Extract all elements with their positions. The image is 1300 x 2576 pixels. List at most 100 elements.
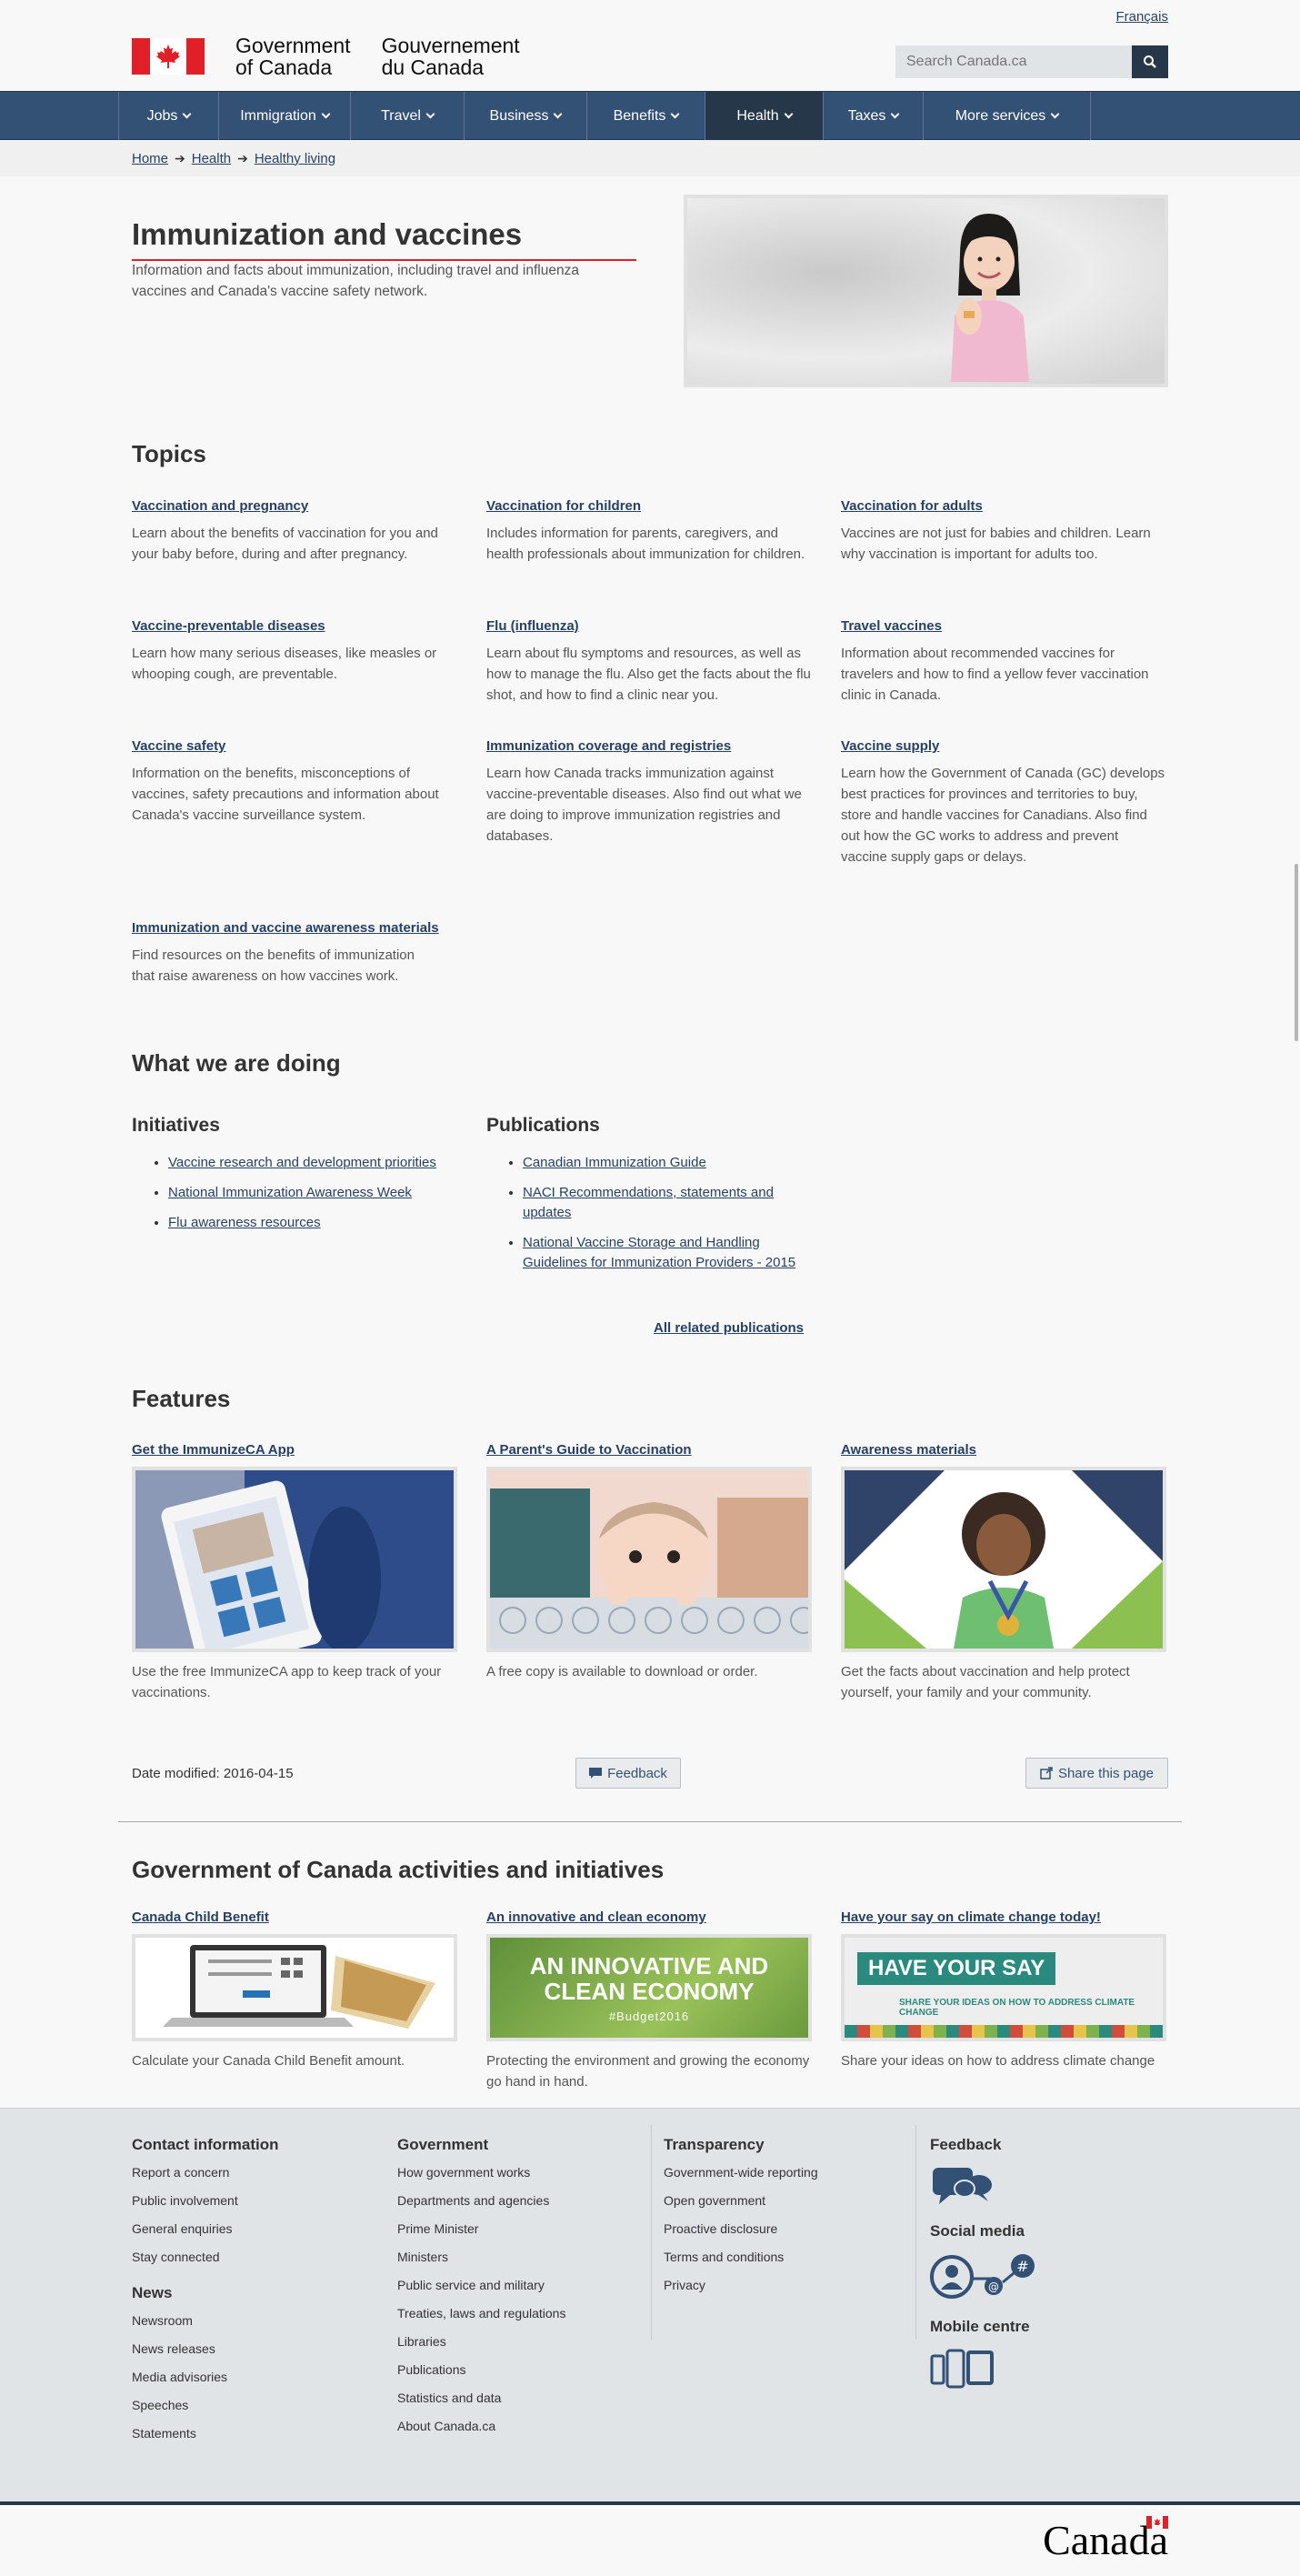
topic-card: Vaccine supply Learn how the Government o…	[841, 738, 1166, 867]
footer-link[interactable]: Speeches	[132, 2398, 368, 2412]
search-input[interactable]	[895, 45, 1132, 78]
publication-link[interactable]: NACI Recommendations, statements and upd…	[523, 1185, 774, 1220]
menu-label: Taxes	[847, 107, 886, 124]
language-toggle-link[interactable]: Français	[1115, 9, 1168, 25]
topic-link[interactable]: Vaccination for adults	[841, 498, 1166, 514]
feature-link[interactable]: Awareness materials	[841, 1442, 1166, 1458]
footer-link[interactable]: Report a concern	[132, 2165, 368, 2180]
initiative-link[interactable]: Flu awareness resources	[168, 1215, 321, 1230]
footer-link[interactable]: Treaties, laws and regulations	[397, 2306, 634, 2320]
footer-divider	[651, 2125, 652, 2340]
topic-card: Vaccine safety Information on the benefit…	[132, 738, 457, 826]
share-button[interactable]: Share this page	[1025, 1758, 1168, 1789]
list-item: Canadian Immunization Guide	[523, 1153, 800, 1173]
topic-link[interactable]: Vaccination for children	[486, 498, 812, 514]
feature-desc: Get the facts about vaccination and help…	[841, 1664, 1130, 1700]
topic-link[interactable]: Vaccine supply	[841, 738, 1166, 754]
menu-immigration[interactable]: Immigration	[219, 92, 351, 140]
topic-link[interactable]: Vaccine safety	[132, 738, 457, 754]
footer-link[interactable]: Public service and military	[397, 2278, 634, 2292]
footer-heading: Mobile centre	[930, 2318, 1030, 2335]
child-photo-image	[951, 214, 1029, 382]
climate-change-image[interactable]: HAVE YOUR SAY SHARE YOUR IDEAS ON HOW TO…	[841, 1934, 1166, 2041]
feature-link[interactable]: A Parent's Guide to Vaccination	[486, 1442, 812, 1458]
gc-signature[interactable]: Government of Canada Gouvernement du Canad…	[132, 35, 551, 78]
menu-travel[interactable]: Travel	[351, 92, 465, 140]
wordmark-flag-icon	[1146, 2516, 1168, 2529]
topic-link[interactable]: Vaccine-preventable diseases	[132, 618, 457, 634]
footer-divider	[915, 2125, 916, 2340]
footer-heading: Social media	[930, 2222, 1025, 2240]
footer-link[interactable]: Statements	[132, 2426, 368, 2441]
awareness-materials-image[interactable]	[841, 1467, 1166, 1652]
menu-business[interactable]: Business	[465, 92, 587, 140]
clean-economy-image[interactable]: AN INNOVATIVE AND CLEAN ECONOMY #Budget2…	[486, 1934, 812, 2041]
feedback-button[interactable]: Feedback	[575, 1758, 681, 1789]
footer-link[interactable]: Terms and conditions	[664, 2250, 900, 2264]
scrollbar-thumb[interactable]	[1295, 864, 1298, 1041]
all-publications-link[interactable]: All related publications	[654, 1320, 804, 1336]
publications-section: Publications Canadian Immunization Guide…	[486, 1115, 800, 1283]
banner-title: HAVE YOUR SAY	[857, 1952, 1056, 1985]
menu-label: Jobs	[146, 107, 178, 124]
feedback-icon[interactable]	[930, 2165, 994, 2207]
child-benefit-image[interactable]	[132, 1934, 457, 2041]
breadcrumb-health[interactable]: Health	[192, 151, 231, 166]
menu-jobs[interactable]: Jobs	[119, 92, 219, 140]
footer-link[interactable]: Libraries	[397, 2334, 634, 2349]
publication-link[interactable]: Canadian Immunization Guide	[523, 1155, 706, 1170]
footer-link[interactable]: Newsroom	[132, 2313, 368, 2328]
footer-link[interactable]: Privacy	[664, 2278, 900, 2292]
footer-link[interactable]: Prime Minister	[397, 2221, 634, 2236]
footer-transparency: Transparency Government-wide reporting O…	[664, 2136, 900, 2306]
breadcrumb: Home ➔ Health ➔ Healthy living	[0, 140, 1300, 176]
breadcrumb-healthy-living[interactable]: Healthy living	[255, 151, 335, 166]
footer-link[interactable]: Proactive disclosure	[664, 2221, 900, 2236]
immunizeca-app-image[interactable]	[132, 1467, 457, 1652]
publication-link[interactable]: National Vaccine Storage and Handling Gu…	[523, 1235, 795, 1270]
topic-link[interactable]: Travel vaccines	[841, 618, 1166, 634]
footer-link[interactable]: Stay connected	[132, 2250, 368, 2264]
footer-heading: Transparency	[664, 2136, 765, 2153]
feature-link[interactable]: Get the ImmunizeCA App	[132, 1442, 457, 1458]
menu-benefits[interactable]: Benefits	[587, 92, 705, 140]
activity-link[interactable]: Canada Child Benefit	[132, 1909, 457, 1925]
banner-stripe	[845, 2025, 1163, 2038]
social-media-icon[interactable]: @#	[930, 2251, 1039, 2302]
menu-health[interactable]: Health	[705, 92, 824, 140]
page-title: Immunization and vaccines	[132, 217, 636, 261]
topic-link[interactable]: Vaccination and pregnancy	[132, 498, 457, 514]
topic-link[interactable]: Flu (influenza)	[486, 618, 812, 634]
footer-link[interactable]: About Canada.ca	[397, 2419, 634, 2433]
feature-card: Get the ImmunizeCA App Use the free Immu…	[132, 1442, 457, 1703]
footer-link[interactable]: Departments and agencies	[397, 2193, 634, 2208]
activity-desc: Protecting the environment and growing t…	[486, 2053, 810, 2090]
footer-link[interactable]: Ministers	[397, 2250, 634, 2264]
footer-link[interactable]: Open government	[664, 2193, 900, 2208]
footer-link[interactable]: Government-wide reporting	[664, 2165, 900, 2180]
footer-link[interactable]: General enquiries	[132, 2221, 368, 2236]
footer-link[interactable]: Media advisories	[132, 2370, 368, 2384]
mobile-devices-icon[interactable]	[930, 2347, 995, 2389]
topic-link[interactable]: Immunization and vaccine awareness mater…	[132, 920, 441, 936]
menu-label: Health	[736, 107, 779, 124]
activity-link[interactable]: An innovative and clean economy	[486, 1909, 812, 1925]
initiatives-heading: Initiatives	[132, 1115, 220, 1136]
search-button[interactable]	[1132, 45, 1168, 78]
footer-link[interactable]: Statistics and data	[397, 2391, 634, 2405]
menu-more-services[interactable]: More services	[924, 92, 1091, 140]
initiative-link[interactable]: Vaccine research and development priorit…	[168, 1155, 436, 1170]
menu-taxes[interactable]: Taxes	[824, 92, 924, 140]
topic-desc: Information on the benefits, misconcepti…	[132, 766, 439, 823]
footer-link[interactable]: Publications	[397, 2362, 634, 2377]
initiative-link[interactable]: National Immunization Awareness Week	[168, 1185, 412, 1200]
breadcrumb-home[interactable]: Home	[132, 151, 168, 166]
footer-link[interactable]: News releases	[132, 2341, 368, 2356]
parents-guide-image[interactable]	[486, 1467, 812, 1652]
footer-link[interactable]: How government works	[397, 2165, 634, 2180]
site-header: Français Government of Canada Gouvernemen…	[0, 0, 1300, 91]
activity-link[interactable]: Have your say on climate change today!	[841, 1909, 1166, 1925]
footer-heading: Government	[397, 2136, 489, 2153]
topic-link[interactable]: Immunization coverage and registries	[486, 738, 812, 754]
footer-link[interactable]: Public involvement	[132, 2193, 368, 2208]
